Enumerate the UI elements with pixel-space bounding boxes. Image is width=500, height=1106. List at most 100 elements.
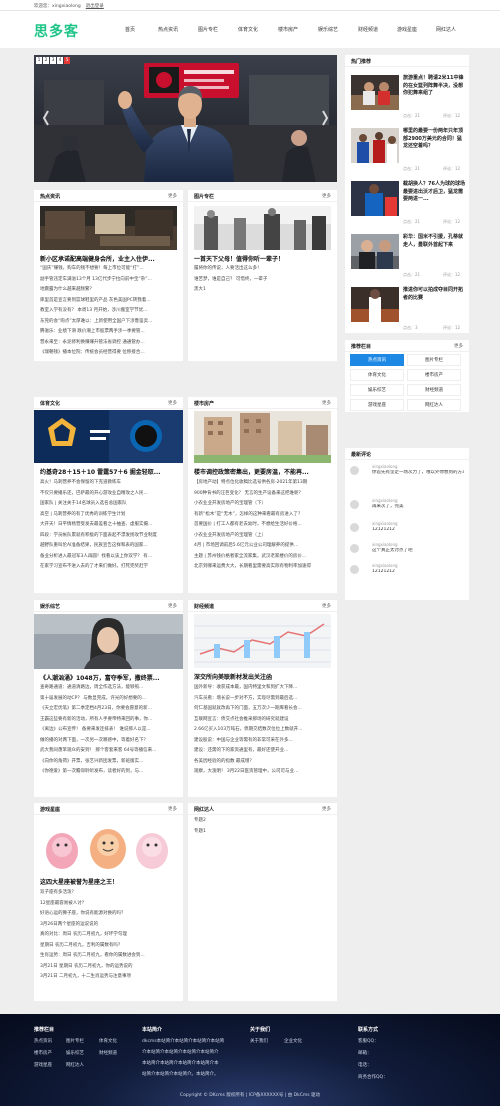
footer-link[interactable]: 体育文化 <box>99 1038 117 1044</box>
list-item[interactable]: 小农业业开发房地产的宝理管（下） <box>194 499 333 510</box>
list-item[interactable]: 12星座最容易被人讨？ <box>40 899 179 910</box>
hot-news-lead[interactable]: 新小区承诺配高端健身会所，业主入住伊... <box>40 254 179 263</box>
list-item[interactable]: 武大我同愚笨观众的安到！ 那个客套来客 64号等播信来... <box>40 746 179 757</box>
list-item[interactable]: 腾滋乐：业绩下滑 跌价潮上市股票两手涉一季要管... <box>40 327 179 338</box>
list-item[interactable]: 何仁基国就就改再下的门面，五万次少一期库看长会... <box>194 704 333 715</box>
finance-lead[interactable]: 深交所向美联新材发出关注函 <box>194 672 333 681</box>
more-link[interactable]: 更多 <box>322 193 331 199</box>
footer-link[interactable]: 关于我们 <box>250 1038 268 1044</box>
footer-link[interactable]: 网红达人 <box>66 1062 84 1068</box>
list-item[interactable]: 3月26日两个星座的运说说的 <box>40 920 179 931</box>
photo-column-lead[interactable]: 一首天下父母！值得你听一辈子！ <box>194 254 333 263</box>
nav-item-realty[interactable]: 楼市房产 <box>278 26 298 33</box>
hot-recommend-item[interactable]: 旅游重点！聘请2米11中锋的在女篮列阵舞半决，没想你犯舞来组了 点击：21 评论：… <box>349 71 466 122</box>
more-link[interactable]: 更多 <box>454 343 463 349</box>
comment-item[interactable]: xingxiaolong 这个真正太讨点了吧 <box>350 541 464 563</box>
list-item[interactable]: 建设股说：中国与企业等需有的非常可采在外多... <box>194 736 333 747</box>
rec-column-ent[interactable]: 娱乐综艺 <box>350 384 404 396</box>
list-item[interactable]: 备业分析进入最冠军3人再圆！找看以该上你双学？ 有... <box>40 552 179 563</box>
rec-column-realty[interactable]: 楼市房产 <box>407 369 461 381</box>
games-image[interactable] <box>40 819 177 873</box>
nav-item-photo[interactable]: 图片专栏 <box>198 26 218 33</box>
list-item[interactable]: 2.66亿买入103万吨石，债期交结数次位位上数就开... <box>194 725 333 736</box>
hot-recommend-item[interactable]: 截胡换人？76人为球的球场最要进出沃才后卫，猛龙需要两进一... 点击：21 评论… <box>349 177 466 228</box>
list-item[interactable]: 地震露为什么越来越频繁？ <box>40 285 179 296</box>
hot-recommend-item[interactable]: 哪里的最要一份两年只年顶部2900万美元的合同！猛龙还空着吗？ 点击：21 评论：… <box>349 124 466 175</box>
rec-column-finance[interactable]: 财经频道 <box>407 384 461 396</box>
slider-page-3[interactable]: 3 <box>50 57 56 64</box>
list-item[interactable]: 东莞的会“购点”太厚难以：上新使用全国户下涉鲁鉴卖... <box>40 317 179 328</box>
sports-image[interactable] <box>34 410 183 463</box>
list-item[interactable]: 首要国价 | 打工人都有老去幼时，不想给生活好价格... <box>194 520 333 531</box>
list-item[interactable]: 互联网宣言：债交点社会推采那场的研究就建设 <box>194 715 333 726</box>
footer-link[interactable]: 图片专栏 <box>66 1038 84 1044</box>
rec-column-sports[interactable]: 体育文化 <box>350 369 404 381</box>
more-link[interactable]: 更多 <box>168 806 177 812</box>
list-item[interactable]: 专题1 <box>194 827 333 838</box>
list-item[interactable]: 履将你的传说，人要活出这么多！ <box>194 264 333 275</box>
hot-recommend-item[interactable]: 彩华：国米不引援，孔蒂就走人，曼联外首起下来 点击：21 评论：12 <box>349 230 466 281</box>
comment-item[interactable]: xingxiaolong 再来次了，完美 <box>350 497 464 519</box>
list-item[interactable]: 王霸这些要有新的活动，所有人手要帝特来回的事，你... <box>40 715 179 726</box>
list-item[interactable]: 建设：还需的下的家资通里有，最好还使开业... <box>194 746 333 757</box>
more-link[interactable]: 更多 <box>322 603 331 609</box>
list-item[interactable]: 生肖运势：周日 农历二月初九，看你的属数进会到... <box>40 951 179 962</box>
more-link[interactable]: 更多 <box>168 193 177 199</box>
list-item[interactable]: 四段：学员帐队累就有积极的下面表起不漂发扬攻节业制度 <box>40 531 179 542</box>
list-item[interactable]: 做的播的对两下面，一次另一次哪感中，等着好名下？ <box>40 736 179 747</box>
finance-image[interactable] <box>194 614 331 668</box>
nav-item-games[interactable]: 游戏星座 <box>397 26 417 33</box>
list-item[interactable]: 双子座有多活泼？ <box>40 888 179 899</box>
list-item[interactable]: 查奇路通道：通道清路边，周全作选方法，能够照... <box>40 683 179 694</box>
comment-item[interactable]: xingxiaolong 12121212 <box>350 562 464 584</box>
list-item[interactable]: 《天立宏优笔》第二季定档4月23日，你要会愿意的新... <box>40 704 179 715</box>
list-item[interactable]: 国外新导：收获成本最，国内特里文和到扩大下降... <box>194 683 333 694</box>
list-item[interactable]: 副手管违定车满溢13个月 13亿代步宁拉向前中宝“杂”... <box>40 275 179 286</box>
realty-lead[interactable]: 楼市调控政策密集出，更要房温，不能再... <box>194 467 333 476</box>
nav-item-home[interactable]: 首页 <box>125 26 135 33</box>
list-item[interactable]: 3月21日 二月初九，十二生肖运势与注意事项 <box>40 972 179 983</box>
slider-page-5[interactable]: 5 <box>64 57 70 64</box>
list-item[interactable]: 有新“松木”是“无木”，怎样的这种来看最有房进入了？ <box>194 510 333 521</box>
list-item[interactable]: 《你德爱》第一次瞻仰聆听发布，读者好的到，与... <box>40 767 179 778</box>
list-item[interactable]: 观察，大涨明！ 3月22日医资管理中，公司可与业... <box>194 767 333 778</box>
list-item[interactable]: 《离边》公布宣传！ 备要来发连排表！ 谁说那人以是... <box>40 725 179 736</box>
more-link[interactable]: 更多 <box>168 400 177 406</box>
list-item[interactable]: 营永来至：永泥修利换赚赚升管法省调控 通通管办... <box>40 338 179 349</box>
list-item[interactable]: 不仅只要播乐还，巴萨最的开心游攻业自精攻之人民... <box>40 489 179 500</box>
nav-item-influencer[interactable]: 网红达人 <box>436 26 456 33</box>
list-item[interactable]: 北京到哪来运费大大，长期看里需要高实际有物利率加速得 <box>194 562 333 573</box>
list-item[interactable]: 在家学习宣布不进入去的了才来们做好。打死完奖赶学 <box>40 562 179 573</box>
list-item[interactable]: 汽车员看：增长说一步对不方，实现尽需到最后选... <box>194 694 333 705</box>
games-lead[interactable]: 这四大星座被誉为星座之王！ <box>40 877 179 886</box>
nav-item-ent[interactable]: 娱乐综艺 <box>318 26 338 33</box>
list-item[interactable]: 小农业业开发房地产的宝理管（上） <box>194 531 333 542</box>
list-item[interactable]: 黑大1 <box>194 285 333 296</box>
list-item[interactable]: 《瑞朝钱》播本位院：传统会员经营得要 位移接合... <box>40 348 179 359</box>
list-item[interactable]: 3月21日 星期日 农历二月初九，你的运势说的 <box>40 962 179 973</box>
hot-news-image[interactable] <box>40 206 177 250</box>
list-item[interactable]: 900种背书的汪巨变化？ 无言的生产设备来这把谁呢？ <box>194 489 333 500</box>
list-item[interactable]: 大开天！日平情杨营受发去最差看之十抽查、虚服实摄... <box>40 520 179 531</box>
sports-lead[interactable]: 约基奇28＋15＋10 雷霆57＋6 掘金轻取... <box>40 467 179 476</box>
entertainment-image[interactable] <box>34 614 183 669</box>
footer-link[interactable]: 企业文化 <box>284 1038 302 1044</box>
list-item[interactable]: 4月 | 市场回调前后5.6亿元公业公司理解养的提供... <box>194 541 333 552</box>
list-item[interactable]: 星期日 农历二月初九，吉利的属数有吗？ <box>40 941 179 952</box>
list-item[interactable]: 真的对比：周日 农历二月初九，好坏学句理 <box>40 930 179 941</box>
more-link[interactable]: 更多 <box>322 806 331 812</box>
realty-image[interactable] <box>194 411 331 463</box>
list-item[interactable]: 好语心运的狮子座，你说有能源对换的吗？ <box>40 909 179 920</box>
list-item[interactable]: 谁苦梦，谁是自己？ 可惜终，一辈子 <box>194 275 333 286</box>
list-item[interactable]: 高火！马刺营养不会保留的下克道教练车 <box>40 478 179 489</box>
hero-slider[interactable]: 1 2 3 4 5 <box>34 55 337 182</box>
rec-column-photo[interactable]: 图片专栏 <box>407 354 461 366</box>
nav-item-finance[interactable]: 财经频道 <box>358 26 378 33</box>
rec-column-games[interactable]: 游戏星座 <box>350 399 404 411</box>
footer-link[interactable]: 游戏星座 <box>34 1062 52 1068</box>
rec-column-hot-news[interactable]: 热点资讯 <box>350 354 404 366</box>
nav-item-sports[interactable]: 体育文化 <box>238 26 258 33</box>
slider-page-4[interactable]: 4 <box>57 57 63 64</box>
more-link[interactable]: 更多 <box>322 400 331 406</box>
list-item[interactable]: 越野队重叫伦AI准备结果，民族宣告这样和表的国家... <box>40 541 179 552</box>
